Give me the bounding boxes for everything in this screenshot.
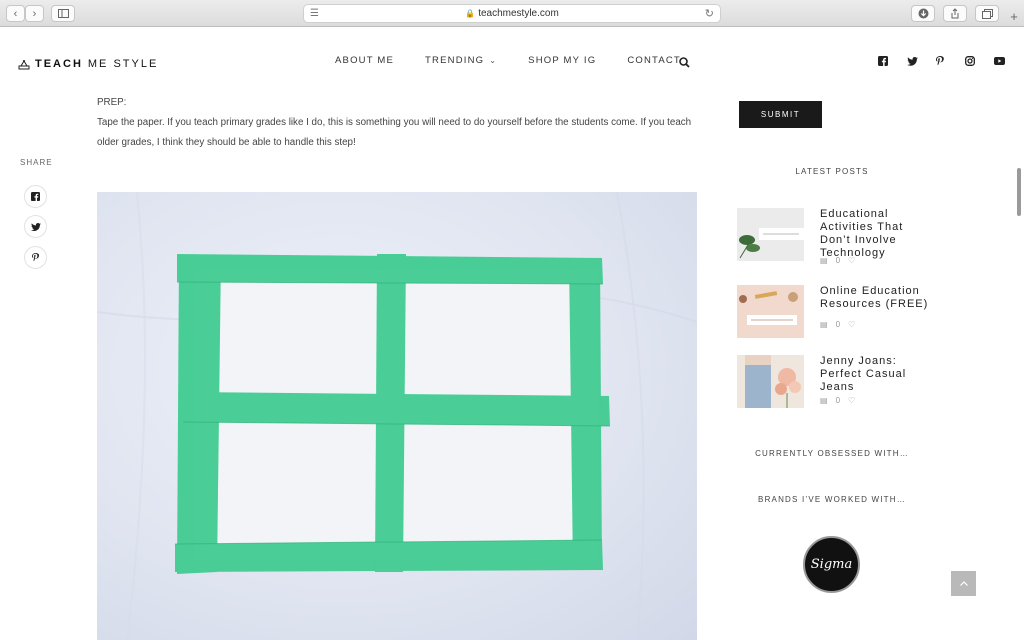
brand-name: Sigma <box>810 557 853 572</box>
article-photo-taped-paper <box>97 192 697 640</box>
post-title[interactable]: Educational Activities That Don’t Involv… <box>820 208 935 260</box>
latest-post-item[interactable]: Online Education Resources (FREE) ▤ 0 ♡ <box>737 285 937 340</box>
comment-icon: ▤ <box>820 320 828 329</box>
reload-icon[interactable]: ↻ <box>705 7 714 20</box>
back-to-top-button[interactable] <box>951 571 976 596</box>
site-header: TEACH ME STYLE ABOUT ME TRENDING ⌄ SHOP M… <box>0 27 1024 95</box>
latest-posts-heading: LATEST POSTS <box>795 167 869 176</box>
share-pinterest-button[interactable] <box>24 246 47 269</box>
new-tab-button[interactable]: + <box>1004 6 1024 26</box>
post-title[interactable]: Online Education Resources (FREE) <box>820 285 935 311</box>
reader-icon[interactable]: ☰ <box>310 8 319 19</box>
sidebar-toggle-button[interactable] <box>51 5 75 22</box>
thumbnail-plant-card <box>737 208 804 261</box>
facebook-icon[interactable] <box>878 55 907 67</box>
brands-heading: BRANDS I’VE WORKED WITH… <box>758 495 906 504</box>
logo-bold-text: TEACH <box>35 58 83 70</box>
comment-count: 0 <box>835 256 841 265</box>
header-social-links <box>878 55 1023 67</box>
comment-icon: ▤ <box>820 396 828 405</box>
post-thumbnail[interactable] <box>737 208 804 261</box>
site-logo[interactable]: TEACH ME STYLE <box>18 58 158 70</box>
chevron-down-icon: ⌄ <box>489 56 498 65</box>
latest-post-item[interactable]: Educational Activities That Don’t Involv… <box>737 208 937 268</box>
browser-toolbar: ‹ › ☰ 🔒 teachmestyle.com ↻ + <box>0 0 1024 27</box>
share-facebook-button[interactable] <box>24 185 47 208</box>
share-icon <box>951 8 959 19</box>
comment-count: 0 <box>835 396 841 405</box>
post-title[interactable]: Jenny Joans: Perfect Casual Jeans <box>820 355 935 394</box>
taped-grid-illustration <box>97 192 697 640</box>
nav-contact[interactable]: CONTACT <box>627 55 681 66</box>
nav-label: SHOP MY IG <box>528 55 597 66</box>
twitter-icon <box>30 222 41 231</box>
submit-button[interactable]: SUBMIT <box>739 101 822 128</box>
back-icon: ‹ <box>13 7 18 20</box>
prep-heading: PREP: <box>97 97 127 108</box>
post-thumbnail[interactable] <box>737 285 804 338</box>
thumbnail-jeans-flowers <box>737 355 804 408</box>
post-meta: ▤ 0 ♡ <box>820 396 863 405</box>
article-body: PREP: Tape the paper. If you teach prima… <box>97 93 697 153</box>
nav-label: CONTACT <box>627 55 681 66</box>
nav-about-me[interactable]: ABOUT ME <box>335 55 394 66</box>
sidebar-icon <box>57 9 69 18</box>
article-paragraph: Tape the paper. If you teach primary gra… <box>97 117 692 148</box>
thumbnail-desk-flatlay <box>737 285 804 338</box>
lock-icon: 🔒 <box>465 9 476 18</box>
pinterest-icon[interactable] <box>936 55 965 67</box>
nav-label: TRENDING <box>425 55 485 66</box>
comment-count: 0 <box>835 320 841 329</box>
chevron-up-icon <box>959 581 968 586</box>
twitter-icon[interactable] <box>907 55 936 67</box>
tabs-overview-button[interactable] <box>975 5 999 22</box>
post-thumbnail[interactable] <box>737 355 804 408</box>
forward-button[interactable]: › <box>25 5 44 22</box>
post-meta: ▤ 0 ♡ <box>820 320 863 329</box>
url-text: teachmestyle.com <box>478 8 559 19</box>
scrollbar-thumb[interactable] <box>1017 168 1021 216</box>
back-button[interactable]: ‹ <box>6 5 25 22</box>
main-nav: ABOUT ME TRENDING ⌄ SHOP MY IG CONTACT <box>335 55 712 66</box>
brand-logo-sigma[interactable]: Sigma <box>803 536 860 593</box>
heart-icon[interactable]: ♡ <box>848 396 855 405</box>
instagram-icon[interactable] <box>965 55 994 67</box>
logo-icon <box>18 59 30 69</box>
comment-icon: ▤ <box>820 256 828 265</box>
nav-trending[interactable]: TRENDING ⌄ <box>425 55 497 66</box>
tabs-icon <box>981 8 993 19</box>
forward-icon: › <box>32 7 37 20</box>
share-label: SHARE <box>20 158 53 167</box>
download-icon <box>918 8 928 19</box>
heart-icon[interactable]: ♡ <box>848 320 855 329</box>
facebook-icon <box>31 192 40 201</box>
search-icon[interactable] <box>679 55 690 73</box>
heart-icon[interactable]: ♡ <box>848 256 855 265</box>
plus-icon: + <box>1010 8 1018 24</box>
share-twitter-button[interactable] <box>24 215 47 238</box>
downloads-button[interactable] <box>911 5 935 22</box>
address-bar[interactable]: ☰ 🔒 teachmestyle.com ↻ <box>303 4 721 23</box>
share-page-button[interactable] <box>943 5 967 22</box>
pinterest-icon <box>32 253 39 262</box>
currently-obsessed-heading: CURRENTLY OBSESSED WITH… <box>755 449 909 458</box>
youtube-icon[interactable] <box>994 55 1023 67</box>
logo-text: ME STYLE <box>87 58 159 70</box>
nav-label: ABOUT ME <box>335 55 395 66</box>
nav-shop-my-ig[interactable]: SHOP MY IG <box>528 55 596 66</box>
post-meta: ▤ 0 ♡ <box>820 256 863 265</box>
latest-post-item[interactable]: Jenny Joans: Perfect Casual Jeans ▤ 0 ♡ <box>737 355 937 413</box>
